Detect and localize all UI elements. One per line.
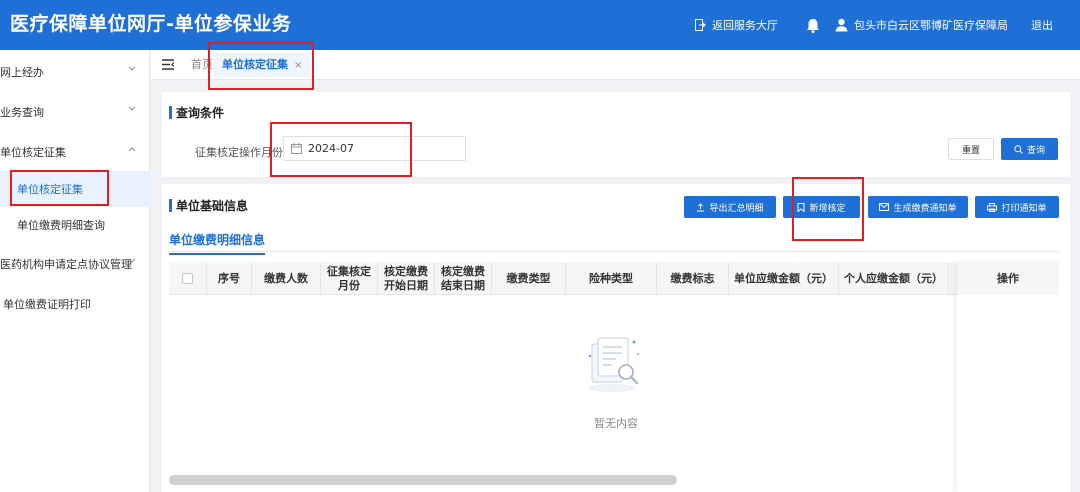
- app-header: 医疗保障单位网厅-单位参保业务 返回服务大厅 包头市白云区鄂博矿医疗保障局 退出: [0, 0, 1080, 50]
- horizontal-scrollbar[interactable]: [169, 475, 677, 485]
- chevron-up-icon: [128, 147, 136, 152]
- generate-notice-button[interactable]: 生成缴费通知单: [868, 196, 968, 218]
- empty-data-icon: [588, 337, 639, 392]
- chevron-down-icon: [128, 66, 136, 71]
- sidebar-item-label: 业务查询: [0, 106, 44, 119]
- column-header: 核定缴费 开始日期: [378, 262, 435, 295]
- unit-info-panel: 单位基础信息 导出汇总明细 新增核定 生成缴费通知单 打印通知单 单位缴费明细信…: [162, 184, 1070, 492]
- column-header: 险种类型: [566, 262, 657, 295]
- select-all-cell: [169, 262, 207, 295]
- column-header: 缴费标志: [657, 262, 729, 295]
- select-all-checkbox[interactable]: [182, 273, 193, 284]
- user-menu[interactable]: 包头市白云区鄂博矿医疗保障局: [835, 0, 1008, 50]
- export-summary-label: 导出汇总明细: [709, 203, 764, 214]
- table-header: 序号 缴费人数 征集核定 月份 核定缴费 开始日期 核定缴费 结束日期 缴费类型…: [169, 262, 1059, 295]
- column-header: 单位应缴金额（元）: [729, 262, 839, 295]
- highlight-box-sidebar-item: [10, 170, 109, 206]
- subtab-divider: [169, 251, 1059, 252]
- back-to-hall-link[interactable]: 返回服务大厅: [695, 0, 778, 50]
- bell-icon: [807, 18, 819, 33]
- fixed-column-shadow: [957, 262, 1059, 492]
- column-header: 征集核定 月份: [321, 262, 378, 295]
- sidebar-item-label: 医药机构申请定点协议管理: [0, 258, 132, 271]
- sidebar: 网上经办 业务查询 单位核定征集 单位核定征集 单位缴费明细查询 医药机构申请定…: [0, 50, 150, 492]
- print-notice-label: 打印通知单: [1001, 203, 1047, 214]
- user-name: 包头市白云区鄂博矿医疗保障局: [854, 19, 1008, 32]
- exit-icon: [695, 19, 706, 31]
- menu-collapse-icon[interactable]: [162, 59, 174, 70]
- column-header: 个人应缴金额（元）: [839, 262, 949, 295]
- sidebar-item-label: 单位缴费明细查询: [17, 219, 105, 232]
- sidebar-item-business-query[interactable]: 业务查询: [0, 94, 150, 130]
- highlight-box-month: [270, 122, 412, 177]
- print-notice-button[interactable]: 打印通知单: [975, 196, 1059, 218]
- highlight-box-add-button: [792, 177, 864, 241]
- sidebar-item-label: 单位核定征集: [0, 146, 66, 159]
- unit-info-section-title: 单位基础信息: [169, 197, 248, 214]
- sidebar-item-label: 单位缴费证明打印: [3, 298, 91, 311]
- sidebar-item-medical-agreement[interactable]: 医药机构申请定点协议管理: [0, 246, 150, 282]
- search-icon: [1014, 144, 1023, 154]
- chevron-down-icon: [128, 106, 136, 111]
- column-header: 序号: [207, 262, 252, 295]
- highlight-box-tab: [208, 42, 314, 90]
- sidebar-item-payment-detail-query[interactable]: 单位缴费明细查询: [0, 207, 150, 243]
- notification-button[interactable]: [806, 0, 826, 50]
- sidebar-item-unit-verification-group[interactable]: 单位核定征集: [0, 134, 150, 170]
- empty-state-text: 暂无内容: [594, 417, 638, 430]
- column-header: 缴费人数: [252, 262, 321, 295]
- app-title: 医疗保障单位网厅-单位参保业务: [10, 13, 292, 35]
- sidebar-item-payment-certificate[interactable]: 单位缴费证明打印: [0, 286, 150, 322]
- reset-button[interactable]: 重置: [948, 138, 994, 160]
- chevron-down-icon: [128, 258, 136, 263]
- export-summary-button[interactable]: 导出汇总明细: [684, 196, 776, 218]
- generate-notice-label: 生成缴费通知单: [893, 203, 957, 214]
- logout-link[interactable]: 退出: [1031, 0, 1053, 50]
- upload-icon: [697, 202, 705, 211]
- mail-icon: [879, 203, 890, 211]
- search-button-label: 查询: [1026, 145, 1045, 156]
- sidebar-item-online-handling[interactable]: 网上经办: [0, 54, 150, 90]
- column-header: 缴费类型: [492, 262, 566, 295]
- printer-icon: [987, 202, 998, 212]
- search-button[interactable]: 查询: [1001, 138, 1058, 160]
- sidebar-item-label: 网上经办: [0, 66, 44, 79]
- user-icon: [835, 18, 848, 32]
- query-section-title: 查询条件: [169, 104, 224, 121]
- back-to-hall-label: 返回服务大厅: [712, 19, 778, 32]
- column-header: 核定缴费 结束日期: [435, 262, 492, 295]
